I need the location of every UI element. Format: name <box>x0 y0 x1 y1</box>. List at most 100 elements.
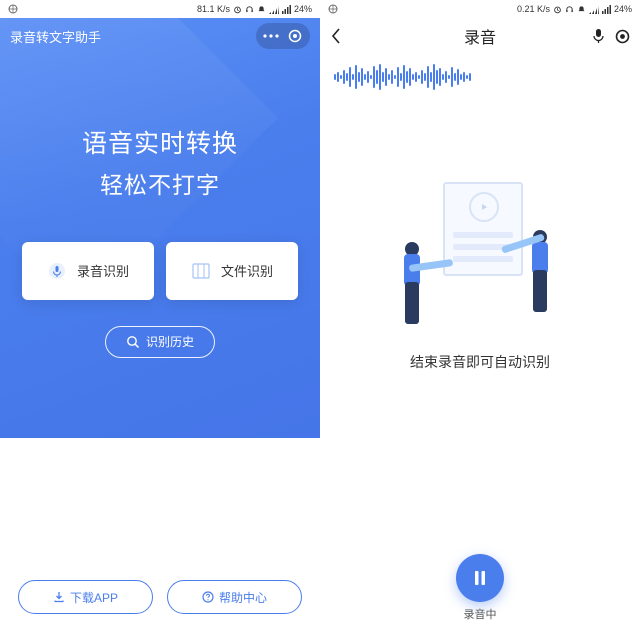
wave-bar <box>421 70 423 84</box>
wave-bar <box>370 75 372 79</box>
status-bar-left: 81.1 K/s 24% <box>0 0 320 18</box>
wave-bar <box>352 74 354 80</box>
battery-text: 24% <box>294 4 312 14</box>
mic-header-icon[interactable] <box>592 28 605 44</box>
wave-bar <box>394 75 396 79</box>
signal2-icon <box>602 5 611 14</box>
close-target-icon[interactable] <box>286 27 304 45</box>
person-left <box>395 242 431 332</box>
bell-icon <box>257 5 266 14</box>
download-label: 下载APP <box>70 589 118 606</box>
wave-bar <box>397 67 399 87</box>
alarm-icon <box>553 5 562 14</box>
wave-bar <box>364 74 366 80</box>
wave-bar <box>451 67 453 87</box>
wave-bar <box>337 72 339 82</box>
record-bar-icons <box>592 28 630 44</box>
wave-bar <box>445 71 447 83</box>
carrier-icon <box>328 4 338 14</box>
wave-bar <box>355 65 357 89</box>
wave-bar <box>409 68 411 86</box>
record-app-bar: 录音 <box>320 18 640 54</box>
bottom-actions: 下载APP 帮助中心 <box>0 566 320 640</box>
headphone-icon <box>245 5 254 14</box>
illustration <box>320 182 640 342</box>
wave-bar <box>460 74 462 80</box>
wave-bar <box>463 72 465 82</box>
wave-bar <box>376 70 378 84</box>
illustration-text: 结束录音即可自动识别 <box>320 352 640 372</box>
mic-icon <box>47 261 67 281</box>
carrier-icon <box>8 4 18 14</box>
wave-bar <box>439 68 441 86</box>
signal2-icon <box>282 5 291 14</box>
wave-bar <box>433 64 435 90</box>
record-card-label: 录音识别 <box>77 261 129 280</box>
capsule-menu[interactable] <box>256 23 310 49</box>
wave-bar <box>343 70 345 84</box>
record-recognize-card[interactable]: 录音识别 <box>22 242 154 300</box>
download-app-button[interactable]: 下载APP <box>18 580 153 614</box>
target-header-icon[interactable] <box>615 29 630 44</box>
help-center-button[interactable]: 帮助中心 <box>167 580 302 614</box>
wave-bar <box>427 66 429 88</box>
history-button[interactable]: 识别历史 <box>105 326 215 358</box>
wave-bar <box>466 75 468 79</box>
hero-line1: 语音实时转换 <box>0 126 320 164</box>
download-icon <box>53 591 65 603</box>
wave-bar <box>436 70 438 84</box>
battery-text: 24% <box>614 4 632 14</box>
signal-icon <box>589 5 599 14</box>
wave-bar <box>361 68 363 86</box>
hero-text: 语音实时转换 轻松不打字 <box>0 126 320 200</box>
headphone-icon <box>565 5 574 14</box>
wave-bar <box>406 71 408 83</box>
net-speed: 0.21 K/s <box>517 4 550 14</box>
file-card-label: 文件识别 <box>221 261 273 280</box>
net-speed: 81.1 K/s <box>197 4 230 14</box>
wave-bar <box>454 73 456 81</box>
wave-bar <box>373 66 375 88</box>
feature-cards: 录音识别 文件识别 <box>0 242 320 300</box>
wave-bar <box>340 75 342 79</box>
wave-bar <box>415 72 417 82</box>
wave-bar <box>418 75 420 79</box>
more-icon[interactable] <box>262 27 280 45</box>
board-graphic <box>443 182 523 276</box>
wave-bar <box>469 73 471 81</box>
wave-bar <box>334 74 336 80</box>
hero-section: 录音转文字助手 语音实时转换 轻松不打字 录音识别 <box>0 18 320 438</box>
screen-home: 81.1 K/s 24% 录音转文字助手 语音实时转换 轻松不打字 <box>0 0 320 640</box>
wave-bar <box>442 74 444 80</box>
hero-line2: 轻松不打字 <box>0 166 320 200</box>
file-recognize-card[interactable]: 文件识别 <box>166 242 298 300</box>
person-right <box>523 230 559 320</box>
wave-bar <box>382 72 384 82</box>
bell-icon <box>577 5 586 14</box>
wave-bar <box>412 74 414 80</box>
wave-bar <box>385 68 387 86</box>
wave-bar <box>346 73 348 81</box>
wave-bar <box>457 69 459 85</box>
app-bar: 录音转文字助手 <box>0 18 320 54</box>
wave-bar <box>424 73 426 81</box>
back-button[interactable] <box>330 27 352 45</box>
help-icon <box>202 591 214 603</box>
wave-bar <box>379 64 381 90</box>
wave-bar <box>430 72 432 82</box>
wave-bar <box>403 65 405 89</box>
wave-bar <box>358 72 360 82</box>
wave-bar <box>400 73 402 81</box>
history-label: 识别历史 <box>146 333 194 350</box>
waveform <box>320 54 640 94</box>
record-pause-button[interactable] <box>456 554 504 602</box>
search-icon <box>126 335 140 349</box>
wave-bar <box>367 71 369 83</box>
wave-bar <box>448 75 450 79</box>
wave-bar <box>388 74 390 80</box>
screen-record: 0.21 K/s 24% 录音 <box>320 0 640 640</box>
app-title: 录音转文字助手 <box>10 27 101 46</box>
signal-icon <box>269 5 279 14</box>
wave-bar <box>391 70 393 84</box>
pause-icon <box>472 569 488 587</box>
